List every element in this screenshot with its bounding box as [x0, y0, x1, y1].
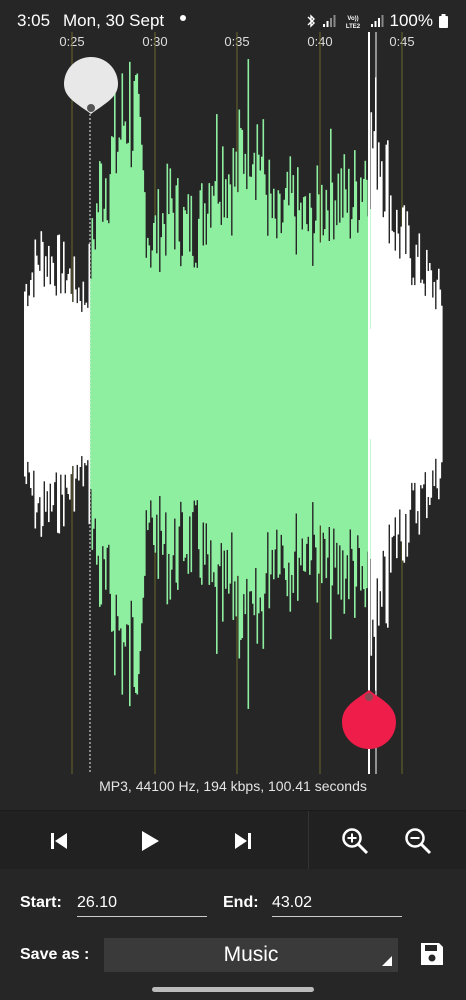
- save-as-label: Save as :: [20, 946, 90, 963]
- status-date: Mon, 30 Sept: [63, 11, 165, 30]
- play-button[interactable]: [130, 821, 170, 861]
- zoom-in-button[interactable]: [335, 821, 375, 861]
- dropdown-caret-icon: [382, 956, 392, 966]
- skip-next-button[interactable]: [223, 821, 263, 861]
- battery-percent: 100%: [389, 11, 433, 30]
- home-indicator[interactable]: [152, 987, 314, 992]
- svg-text:Vo)): Vo)): [347, 16, 358, 22]
- signal-icon: [322, 15, 336, 27]
- end-time-input[interactable]: 43.02: [272, 894, 402, 917]
- controls-divider: [308, 811, 309, 869]
- waveform[interactable]: [0, 32, 466, 774]
- signal-icon-2: [370, 15, 384, 27]
- bluetooth-icon: [307, 14, 315, 28]
- notification-dot-icon: [180, 15, 186, 21]
- waveform-bars: [24, 59, 443, 709]
- volte-lte-icon: Vo)) LTE2: [345, 16, 360, 29]
- battery-icon: [439, 14, 448, 28]
- save-icon: [421, 943, 443, 965]
- zoom-out-icon: [405, 828, 432, 855]
- save-as-dropdown[interactable]: Music: [104, 938, 398, 972]
- playback-controls: [0, 810, 466, 869]
- skip-previous-button[interactable]: [39, 821, 79, 861]
- zoom-in-icon: [342, 828, 369, 855]
- end-label: End:: [223, 894, 259, 911]
- status-icons: Vo)) LTE2 100%: [306, 11, 448, 31]
- skip-previous-icon: [51, 833, 67, 849]
- save-button[interactable]: [418, 940, 446, 968]
- skip-next-icon: [235, 833, 251, 849]
- start-label: Start:: [20, 894, 62, 911]
- start-time-input[interactable]: 26.10: [77, 894, 207, 917]
- zoom-out-button[interactable]: [398, 821, 438, 861]
- file-info: MP3, 44100 Hz, 194 kbps, 100.41 seconds: [99, 778, 367, 794]
- save-as-value: Music: [223, 943, 279, 966]
- play-icon: [142, 831, 159, 851]
- svg-text:LTE2: LTE2: [345, 24, 360, 29]
- end-marker-handle[interactable]: [342, 690, 396, 749]
- status-time: 3:05: [17, 11, 51, 30]
